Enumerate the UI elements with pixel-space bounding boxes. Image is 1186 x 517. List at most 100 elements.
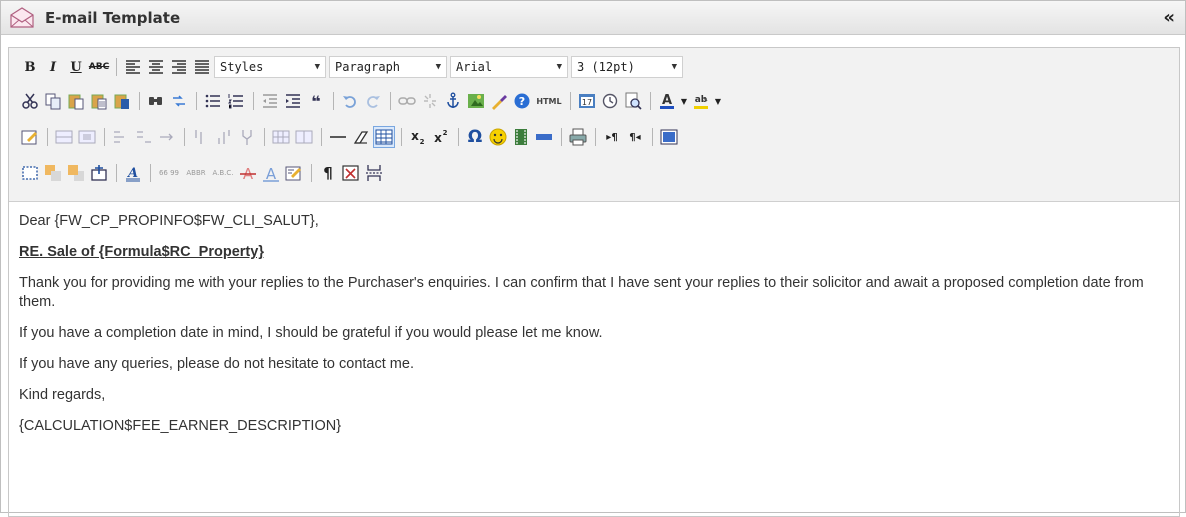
- insert-date-icon[interactable]: 17: [576, 90, 598, 112]
- move-forward-icon[interactable]: [42, 162, 64, 184]
- separator: [104, 128, 105, 146]
- svg-text:2: 2: [420, 138, 425, 146]
- emoticon-icon[interactable]: [487, 126, 509, 148]
- svg-text:A: A: [266, 165, 277, 182]
- insert-layer-icon[interactable]: [19, 162, 41, 184]
- help-icon[interactable]: ?: [511, 90, 533, 112]
- font-size-select[interactable]: 3 (12pt) ▼: [571, 56, 683, 78]
- edit-cell-icon[interactable]: [19, 126, 41, 148]
- paragraph-select[interactable]: Paragraph ▼: [329, 56, 447, 78]
- chevron-down-icon: ▼: [671, 62, 677, 72]
- table-row-props-icon[interactable]: [53, 126, 75, 148]
- show-paragraphs-icon[interactable]: ¶: [317, 162, 339, 184]
- copy-icon[interactable]: [42, 90, 64, 112]
- rtl-icon[interactable]: ¶◂: [624, 126, 646, 148]
- svg-text:x: x: [434, 131, 442, 145]
- separator: [116, 58, 117, 76]
- align-right-icon[interactable]: [168, 56, 190, 78]
- image-icon[interactable]: [465, 90, 487, 112]
- align-left-icon[interactable]: [122, 56, 144, 78]
- separator: [139, 92, 140, 110]
- outdent-icon[interactable]: [259, 90, 281, 112]
- font-select[interactable]: Arial ▼: [450, 56, 568, 78]
- align-justify-icon[interactable]: [191, 56, 213, 78]
- font-color-dropdown-icon[interactable]: ▼: [679, 90, 689, 112]
- media-icon[interactable]: [510, 126, 532, 148]
- remove-format-icon[interactable]: [350, 126, 372, 148]
- highlight-dropdown-icon[interactable]: ▼: [713, 90, 723, 112]
- chevron-down-icon: ▼: [556, 62, 562, 72]
- ltr-icon[interactable]: ▸¶: [601, 126, 623, 148]
- cut-icon[interactable]: [19, 90, 41, 112]
- editor-content[interactable]: Dear {FW_CP_PROPINFO$FW_CLI_SALUT}, RE. …: [9, 202, 1179, 436]
- collapse-button[interactable]: «: [1163, 7, 1175, 28]
- row-before-icon[interactable]: [110, 126, 132, 148]
- italic-button[interactable]: I: [42, 56, 64, 78]
- underline-button[interactable]: U: [65, 56, 87, 78]
- insert-time-icon[interactable]: [599, 90, 621, 112]
- split-cells-icon[interactable]: [270, 126, 292, 148]
- insert-text-icon[interactable]: A: [260, 162, 282, 184]
- special-char-icon[interactable]: Ω: [464, 126, 486, 148]
- row-after-icon[interactable]: [133, 126, 155, 148]
- insert-table-icon[interactable]: [373, 126, 395, 148]
- superscript-icon[interactable]: x2: [430, 126, 452, 148]
- redo-icon[interactable]: [362, 90, 384, 112]
- rich-text-editor: B I U ABC Styles ▼ Paragraph ▼ Arial ▼ 3…: [8, 47, 1180, 517]
- paragraph-select-value: Paragraph: [335, 60, 401, 74]
- delete-col-icon[interactable]: [236, 126, 258, 148]
- delete-row-icon[interactable]: [156, 126, 178, 148]
- preview-icon[interactable]: [622, 90, 644, 112]
- col-before-icon[interactable]: [190, 126, 212, 148]
- cleanup-icon[interactable]: [488, 90, 510, 112]
- undo-icon[interactable]: [339, 90, 361, 112]
- separator: [264, 128, 265, 146]
- toolbar-row-1: B I U ABC Styles ▼ Paragraph ▼ Arial ▼ 3…: [19, 52, 1173, 82]
- subscript-icon[interactable]: x2: [407, 126, 429, 148]
- styleprops-icon[interactable]: A: [122, 162, 144, 184]
- find-icon[interactable]: [145, 90, 167, 112]
- blockquote-icon[interactable]: ❝: [305, 90, 327, 112]
- delete-text-icon[interactable]: A: [237, 162, 259, 184]
- paste-word-icon[interactable]: [111, 90, 133, 112]
- abbr-button[interactable]: ABBR: [183, 162, 209, 184]
- fullscreen-icon[interactable]: [658, 126, 680, 148]
- move-backward-icon[interactable]: [65, 162, 87, 184]
- link-icon[interactable]: [396, 90, 418, 112]
- bulleted-list-icon[interactable]: [202, 90, 224, 112]
- html-source-button[interactable]: HTML: [534, 90, 564, 112]
- replace-icon[interactable]: [168, 90, 190, 112]
- separator: [253, 92, 254, 110]
- bold-button[interactable]: B: [19, 56, 41, 78]
- numbered-list-icon[interactable]: [225, 90, 247, 112]
- body-paragraph-1: Thank you for providing me with your rep…: [19, 275, 1144, 310]
- font-color-icon[interactable]: A: [656, 90, 678, 112]
- strikethrough-button[interactable]: ABC: [88, 56, 110, 78]
- cite-button[interactable]: 66 99: [156, 162, 182, 184]
- attribs-icon[interactable]: [283, 162, 305, 184]
- acronym-button[interactable]: A.B.C.: [210, 162, 236, 184]
- separator: [333, 92, 334, 110]
- email-template-panel: E-mail Template « B I U ABC Styles ▼ Par…: [0, 0, 1186, 517]
- unlink-icon[interactable]: [419, 90, 441, 112]
- merge-cells-icon[interactable]: [293, 126, 315, 148]
- page-break-insert-icon[interactable]: [363, 162, 385, 184]
- absolute-position-icon[interactable]: [88, 162, 110, 184]
- panel-titlebar: E-mail Template «: [1, 1, 1185, 35]
- paste-icon[interactable]: [65, 90, 87, 112]
- paste-text-icon[interactable]: [88, 90, 110, 112]
- align-center-icon[interactable]: [145, 56, 167, 78]
- col-after-icon[interactable]: [213, 126, 235, 148]
- print-icon[interactable]: [567, 126, 589, 148]
- nonbreaking-icon[interactable]: [340, 162, 362, 184]
- table-cell-props-icon[interactable]: [76, 126, 98, 148]
- page-break-icon[interactable]: [533, 126, 555, 148]
- anchor-icon[interactable]: [442, 90, 464, 112]
- highlight-color-icon[interactable]: ab: [690, 90, 712, 112]
- styles-select[interactable]: Styles ▼: [214, 56, 326, 78]
- separator: [184, 128, 185, 146]
- indent-icon[interactable]: [282, 90, 304, 112]
- separator: [150, 164, 151, 182]
- horizontal-rule-icon[interactable]: [327, 126, 349, 148]
- svg-text:2: 2: [443, 129, 448, 137]
